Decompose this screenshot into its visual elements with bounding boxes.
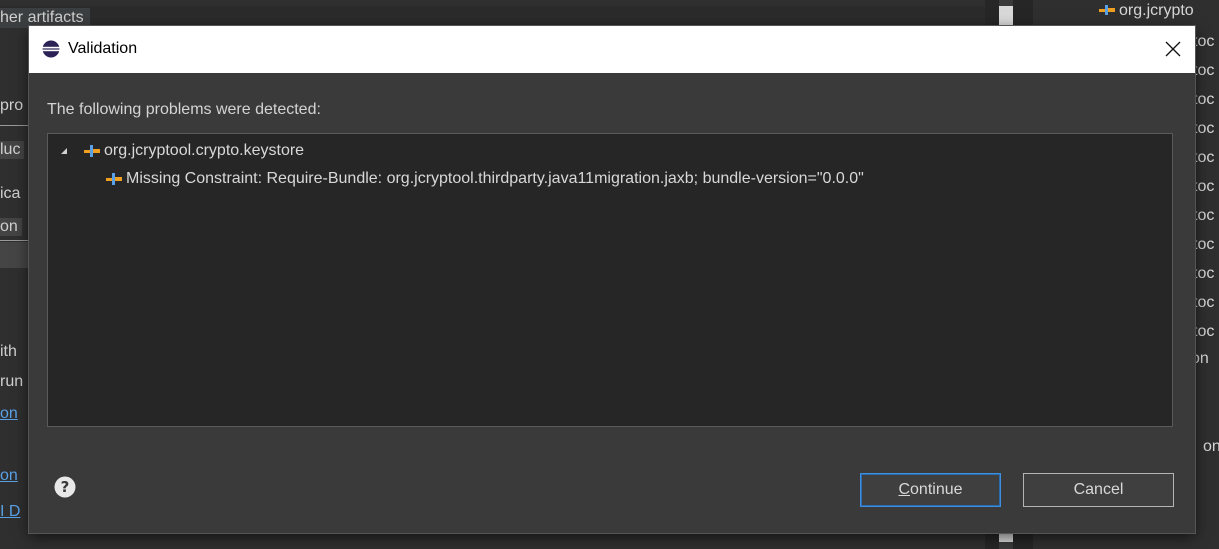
plugin-warning-icon: [106, 173, 122, 185]
background-tree-row[interactable]: toc: [1193, 236, 1214, 254]
continue-mnemonic: C: [898, 481, 911, 498]
background-tab-label: her artifacts: [0, 8, 90, 28]
tree-item-root[interactable]: org.jcryptool.crypto.keystore: [56, 140, 304, 162]
background-tree-row[interactable]: toc: [1193, 265, 1214, 283]
background-rule: [0, 125, 30, 126]
background-text-fragment[interactable]: on: [0, 405, 18, 423]
tree-item-problem[interactable]: Missing Constraint: Require-Bundle: org.…: [106, 168, 864, 190]
background-tree-row[interactable]: on: [1203, 438, 1219, 456]
dialog-message: The following problems were detected:: [47, 101, 321, 118]
background-scroll-thumb-bottom[interactable]: [999, 532, 1013, 542]
background-text-fragment[interactable]: I D: [0, 503, 20, 521]
background-text-fragment[interactable]: on: [0, 467, 18, 485]
expanded-triangle-icon: [61, 148, 67, 154]
tree-expand-toggle[interactable]: [56, 143, 72, 159]
background-rule: [0, 240, 30, 241]
background-tree-row[interactable]: toc: [1193, 323, 1214, 341]
problems-tree[interactable]: org.jcryptool.crypto.keystore Missing Co…: [47, 133, 1173, 427]
background-tree-row[interactable]: toc: [1193, 149, 1214, 167]
background-text-fragment: luc: [0, 141, 25, 159]
eclipse-app-icon: [42, 40, 60, 58]
background-gray-bar: [0, 242, 30, 268]
validation-dialog: Validation The following problems were d…: [29, 26, 1195, 533]
dialog-titlebar[interactable]: Validation: [29, 26, 1195, 73]
background-tree-row[interactable]: toc: [1193, 178, 1214, 196]
background-tree-row[interactable]: toc: [1193, 120, 1214, 138]
background-tree-row[interactable]: toc: [1193, 91, 1214, 109]
dialog-title: Validation: [68, 40, 138, 57]
background-tree-first-label: org.jcrypto: [1119, 2, 1194, 19]
tree-item-root-label: org.jcryptool.crypto.keystore: [104, 142, 305, 159]
plugin-icon: [1099, 5, 1115, 15]
cancel-button[interactable]: Cancel: [1023, 473, 1174, 507]
background-text-fragment: run: [0, 373, 24, 390]
background-tree-first-row[interactable]: org.jcrypto: [1099, 2, 1194, 20]
background-scroll-thumb[interactable]: [999, 6, 1013, 28]
background-tree-row[interactable]: toc: [1193, 294, 1214, 312]
continue-label: ontinue: [910, 481, 963, 498]
background-text-fragment: on: [0, 218, 22, 236]
close-button[interactable]: [1157, 33, 1189, 65]
background-tree-row[interactable]: toc: [1193, 33, 1214, 51]
background-tree-row[interactable]: toc: [1193, 62, 1214, 80]
continue-button[interactable]: Continue: [860, 473, 1001, 507]
svg-text:?: ?: [61, 478, 70, 496]
plugin-icon: [84, 145, 100, 157]
background-top-strip: [0, 6, 985, 26]
close-icon: [1165, 41, 1181, 57]
background-tree-row[interactable]: toc: [1193, 207, 1214, 225]
help-button[interactable]: ?: [54, 476, 76, 498]
background-text-fragment: pro: [0, 97, 24, 114]
tree-item-problem-label: Missing Constraint: Require-Bundle: org.…: [126, 170, 864, 187]
help-icon: ?: [54, 476, 76, 498]
background-text-fragment: ica: [0, 185, 21, 202]
background-text-fragment: ith: [0, 343, 17, 360]
